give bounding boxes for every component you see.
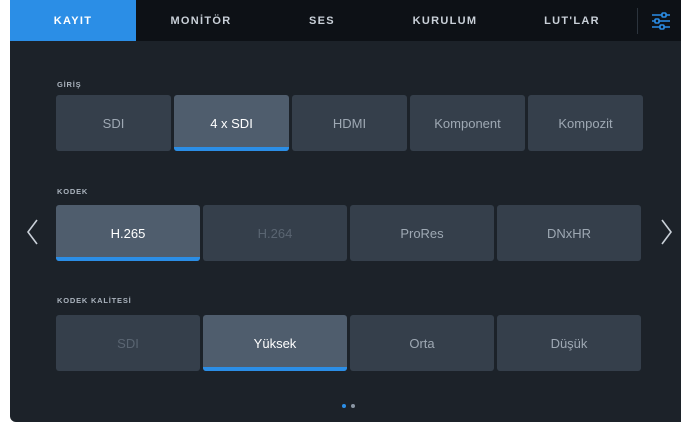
page-indicator [342,404,355,408]
input-options: SDI 4 x SDI HDMI Komponent Kompozit [56,95,643,151]
quality-option-sdi[interactable]: SDI [56,315,200,371]
codec-option-prores[interactable]: ProRes [350,205,494,261]
tab-ses[interactable]: SES [282,0,362,41]
tab-luts[interactable]: LUT'LAR [527,0,617,41]
prev-page-button[interactable] [22,214,42,250]
option-label: Komponent [434,115,501,131]
selected-indicator [203,367,347,371]
next-page-button[interactable] [657,214,677,250]
page-dot-active[interactable] [342,404,346,408]
selected-indicator [174,147,289,151]
codec-options: H.265 H.264 ProRes DNxHR [56,205,641,261]
quality-option-dusuk[interactable]: Düşük [497,315,641,371]
option-label: Düşük [550,335,588,351]
tab-label: LUT'LAR [544,14,600,27]
codec-option-dnxhr[interactable]: DNxHR [497,205,641,261]
codec-option-h265[interactable]: H.265 [56,205,200,261]
option-label: ProRes [400,225,444,241]
page-dot[interactable] [351,404,355,408]
codec-section-label: KODEK [57,187,89,196]
device-screen: KAYIT MONİTÖR SES KURULUM LUT'LAR GİRİŞ … [10,0,681,422]
tab-label: SES [309,14,335,27]
option-label: H.264 [257,225,293,241]
quality-section-label: KODEK KALİTESİ [57,296,132,305]
input-section-label: GİRİŞ [57,80,82,89]
tab-monitor[interactable]: MONİTÖR [150,0,252,41]
option-label: DNxHR [546,225,592,241]
option-label: HDMI [332,115,367,131]
chevron-left-icon [27,219,38,245]
quality-option-orta[interactable]: Orta [350,315,494,371]
sliders-icon [652,12,670,30]
input-option-komponent[interactable]: Komponent [410,95,525,151]
chevron-right-icon [661,219,672,245]
option-label: Kompozit [558,115,613,131]
input-option-hdmi[interactable]: HDMI [292,95,407,151]
input-option-sdi[interactable]: SDI [56,95,171,151]
input-option-kompozit[interactable]: Kompozit [528,95,643,151]
tab-kurulum[interactable]: KURULUM [395,0,495,41]
option-label: H.265 [110,225,146,241]
option-label: Yüksek [253,335,297,351]
quality-options: SDI Yüksek Orta Düşük [56,315,641,371]
option-label: Orta [409,335,435,351]
input-option-4xsdi[interactable]: 4 x SDI [174,95,289,151]
selected-indicator [56,257,200,261]
tab-divider [637,8,638,34]
tab-label: MONİTÖR [170,14,232,27]
option-label: SDI [102,115,125,131]
tab-kayit[interactable]: KAYIT [10,0,136,41]
tab-label: KAYIT [53,14,93,27]
option-label: 4 x SDI [210,115,253,131]
codec-option-h264[interactable]: H.264 [203,205,347,261]
tab-bar: KAYIT MONİTÖR SES KURULUM LUT'LAR [10,0,681,41]
menu-button[interactable] [646,6,676,36]
option-label: SDI [117,335,139,351]
tab-label: KURULUM [412,14,478,27]
quality-option-yuksek[interactable]: Yüksek [203,315,347,371]
